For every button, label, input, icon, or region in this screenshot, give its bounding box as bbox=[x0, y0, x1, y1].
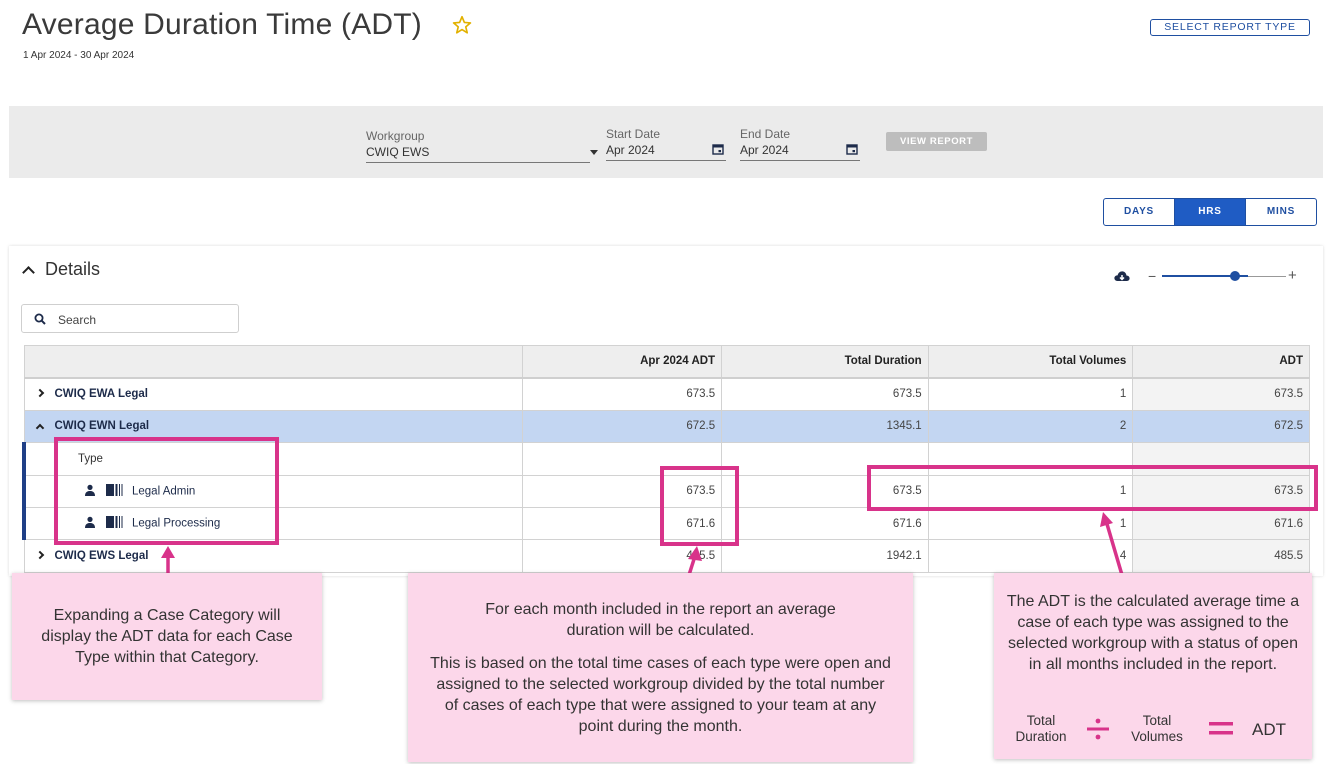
table-cell: 2 bbox=[927, 409, 1134, 444]
adt-table: Apr 2024 ADT Total Duration Total Volume… bbox=[21, 344, 1310, 573]
callout-monthly-adt: For each month included in the report an… bbox=[408, 573, 913, 762]
column-header[interactable]: Total Duration bbox=[721, 344, 929, 379]
filter-bar: Workgroup CWIQ EWS Start Date Apr 2024 E… bbox=[9, 106, 1323, 178]
table-cell bbox=[521, 442, 723, 476]
table-cell: 673.5 bbox=[721, 474, 929, 508]
person-icon bbox=[84, 484, 96, 499]
person-icon bbox=[84, 516, 96, 531]
table-cell bbox=[1132, 442, 1310, 476]
workgroup-select[interactable]: Workgroup CWIQ EWS bbox=[366, 129, 602, 163]
zoom-out-icon[interactable]: − bbox=[1148, 268, 1156, 284]
column-header[interactable] bbox=[23, 344, 523, 379]
column-header[interactable]: Total Volumes bbox=[927, 344, 1134, 379]
table-cell: 673.5 bbox=[1132, 474, 1310, 508]
type-column-label: Type bbox=[21, 442, 523, 476]
case-type-name: Legal Admin bbox=[132, 485, 196, 498]
details-title: Details bbox=[45, 259, 101, 279]
table-cell bbox=[927, 442, 1134, 476]
workgroup-label: Workgroup bbox=[366, 129, 425, 143]
select-report-type-button[interactable]: SELECT REPORT TYPE bbox=[1150, 19, 1310, 36]
callout-middle-text-1: For each month included in the report an… bbox=[485, 601, 836, 639]
table-cell: 1345.1 bbox=[721, 409, 929, 444]
cloud-download-icon[interactable] bbox=[1113, 268, 1131, 284]
table-row[interactable]: CWIQ EWA Legal 673.5 673.5 1 673.5 bbox=[23, 377, 1310, 411]
favorite-star-icon[interactable] bbox=[451, 14, 473, 36]
table-row[interactable]: CWIQ EWS Legal 485.5 1942.1 4 485.5 bbox=[23, 539, 1310, 573]
table-cell: 673.5 bbox=[521, 377, 723, 411]
column-header[interactable]: ADT bbox=[1132, 344, 1310, 379]
callout-left-text: Expanding a Case Category will display t… bbox=[41, 607, 293, 666]
table-cell: 671.6 bbox=[721, 506, 929, 541]
category-name: CWIQ EWA Legal bbox=[54, 388, 149, 401]
end-date-value: Apr 2024 bbox=[740, 143, 789, 157]
case-type-icon bbox=[106, 516, 124, 531]
callout-middle-text-2: This is based on the total time cases of… bbox=[430, 655, 891, 735]
unit-mins-button[interactable]: MINS bbox=[1246, 199, 1316, 225]
start-date-field[interactable]: Start Date Apr 2024 bbox=[606, 127, 726, 161]
equals-icon bbox=[1209, 722, 1233, 735]
table-cell: 673.5 bbox=[721, 377, 929, 411]
zoom-in-icon[interactable]: + bbox=[1288, 267, 1297, 284]
page-title: Average Duration Time (ADT) bbox=[22, 8, 422, 41]
table-cell: 671.6 bbox=[1132, 506, 1310, 541]
formula-total-duration: Total Duration bbox=[1015, 713, 1067, 744]
search-input[interactable]: Search bbox=[21, 304, 239, 333]
table-row[interactable]: Legal Processing 671.6 671.6 1 671.6 bbox=[21, 506, 1310, 541]
adt-formula: Total Duration Total Volumes ADT bbox=[994, 711, 1312, 751]
category-name: CWIQ EWN Legal bbox=[54, 420, 150, 433]
formula-adt: ADT bbox=[1252, 720, 1286, 739]
table-cell: 1942.1 bbox=[721, 539, 929, 573]
table-row: Type bbox=[21, 442, 1310, 476]
search-icon bbox=[34, 313, 46, 325]
report-date-range: 1 Apr 2024 - 30 Apr 2024 bbox=[23, 50, 135, 61]
unit-days-button[interactable]: DAYS bbox=[1104, 199, 1175, 225]
start-date-value: Apr 2024 bbox=[606, 143, 655, 157]
table-cell: 1 bbox=[927, 506, 1134, 541]
expand-chevron-icon[interactable] bbox=[35, 388, 55, 400]
formula-total-volumes: Total Volumes bbox=[1131, 713, 1183, 744]
case-type-name: Legal Processing bbox=[132, 517, 221, 530]
table-cell: 672.5 bbox=[521, 409, 723, 444]
workgroup-value: CWIQ EWS bbox=[366, 145, 430, 159]
table-row[interactable]: Legal Admin 673.5 673.5 1 673.5 bbox=[21, 474, 1310, 508]
details-header[interactable]: Details bbox=[22, 259, 101, 280]
collapse-chevron-icon[interactable] bbox=[35, 420, 55, 433]
callout-right-text: The ADT is the calculated average time a… bbox=[1006, 593, 1300, 673]
table-cell: 672.5 bbox=[1132, 409, 1310, 444]
table-cell bbox=[721, 442, 929, 476]
calendar-icon[interactable] bbox=[712, 143, 724, 155]
category-name: CWIQ EWS Legal bbox=[54, 550, 149, 563]
calendar-icon[interactable] bbox=[846, 143, 858, 155]
column-header[interactable]: Apr 2024 ADT bbox=[521, 344, 723, 379]
zoom-slider[interactable]: − + bbox=[1148, 267, 1300, 286]
table-row[interactable]: CWIQ EWN Legal 672.5 1345.1 2 672.5 bbox=[23, 409, 1310, 444]
table-cell: 1 bbox=[927, 377, 1134, 411]
end-date-field[interactable]: End Date Apr 2024 bbox=[740, 127, 860, 161]
dropdown-caret-icon[interactable] bbox=[590, 150, 598, 155]
time-unit-toggle: DAYS HRS MINS bbox=[1103, 198, 1317, 226]
unit-hrs-button[interactable]: HRS bbox=[1175, 199, 1246, 225]
zoom-handle[interactable] bbox=[1230, 271, 1240, 281]
callout-expand-category: Expanding a Case Category will display t… bbox=[12, 573, 322, 700]
table-cell: 673.5 bbox=[521, 474, 723, 508]
search-placeholder: Search bbox=[58, 313, 97, 327]
case-type-icon bbox=[106, 483, 124, 499]
table-cell: 485.5 bbox=[521, 539, 723, 573]
divide-icon bbox=[1087, 718, 1109, 740]
start-date-label: Start Date bbox=[606, 127, 661, 141]
table-cell: 1 bbox=[927, 474, 1134, 508]
table-cell: 671.6 bbox=[521, 506, 723, 541]
end-date-label: End Date bbox=[740, 127, 791, 141]
callout-total-adt: The ADT is the calculated average time a… bbox=[994, 573, 1312, 759]
view-report-button[interactable]: VIEW REPORT bbox=[886, 132, 987, 151]
table-header-row: Apr 2024 ADT Total Duration Total Volume… bbox=[23, 344, 1310, 379]
table-cell: 4 bbox=[927, 539, 1134, 573]
table-cell: 485.5 bbox=[1132, 539, 1310, 573]
collapse-chevron-icon[interactable] bbox=[22, 266, 35, 279]
expand-chevron-icon[interactable] bbox=[35, 550, 55, 562]
table-cell: 673.5 bbox=[1132, 377, 1310, 411]
